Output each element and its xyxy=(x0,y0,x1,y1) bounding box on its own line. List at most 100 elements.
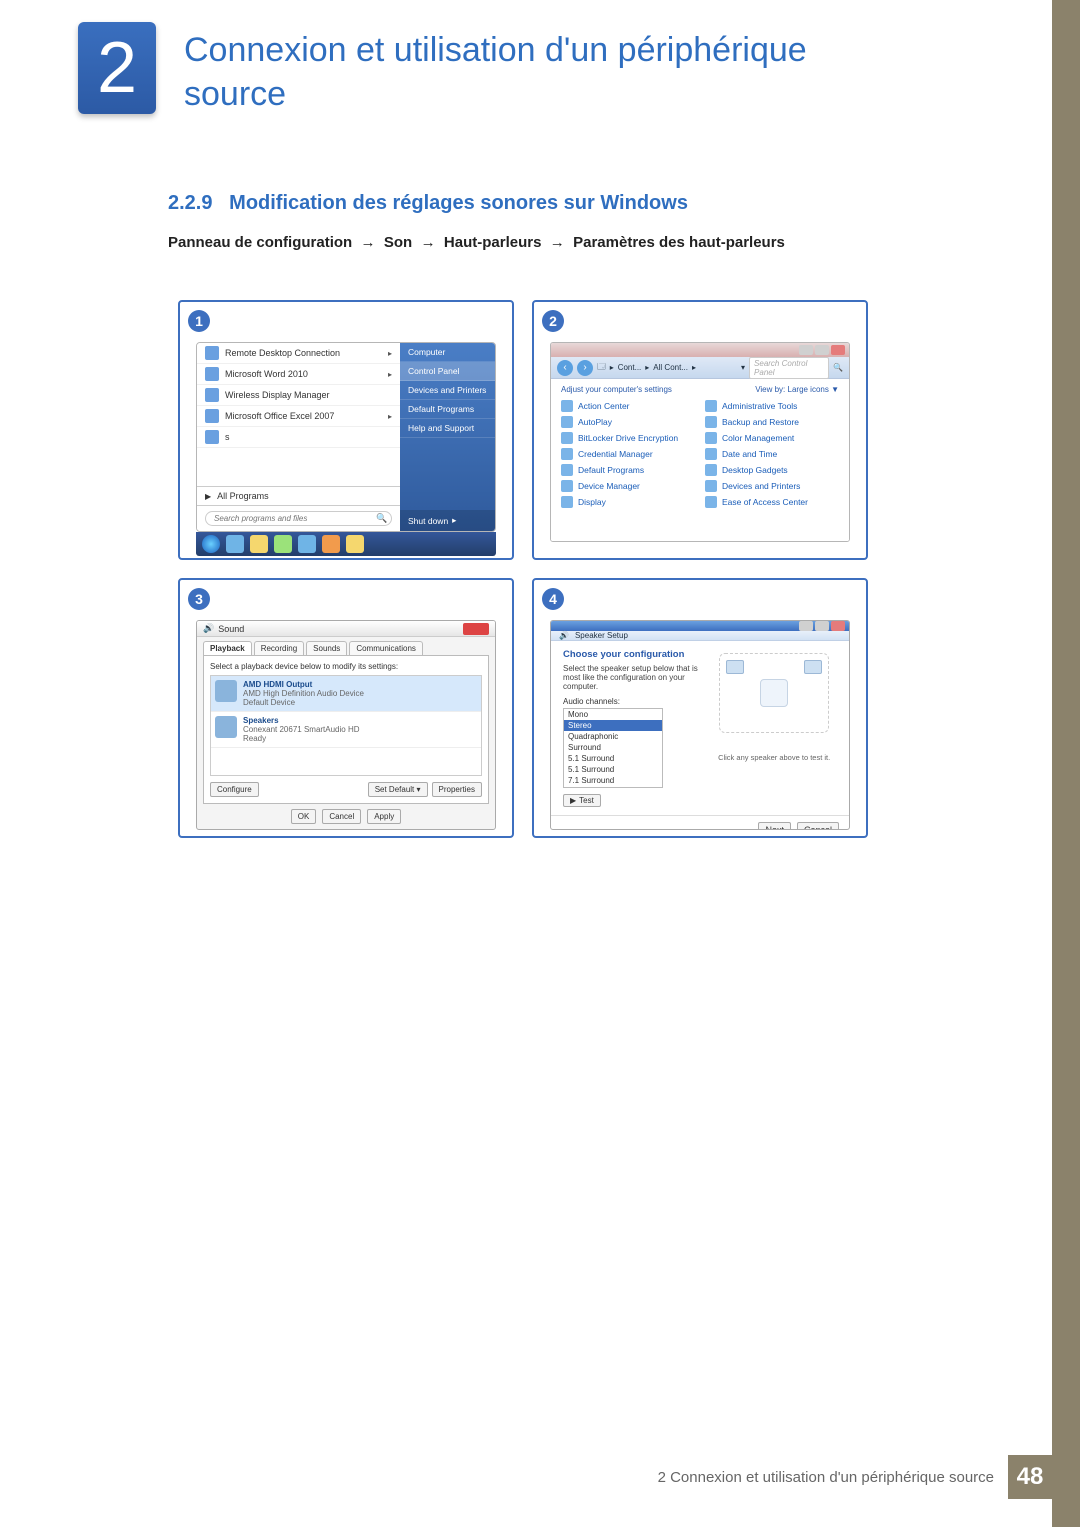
taskbar-icon[interactable] xyxy=(250,535,268,553)
next-button[interactable]: Next xyxy=(758,822,791,830)
channel-option[interactable]: Stereo xyxy=(564,720,662,731)
section-title: Choose your configuration xyxy=(563,649,701,660)
page-footer: 2 Connexion et utilisation d'un périphér… xyxy=(0,1455,1052,1499)
maximize-button[interactable] xyxy=(815,621,829,631)
audio-channels-label: Audio channels: xyxy=(563,697,701,706)
shutdown-button[interactable]: Shut down▸ xyxy=(400,510,495,531)
cp-item[interactable]: Administrative Tools xyxy=(705,400,839,412)
chevron-right-icon: ▸ xyxy=(452,515,456,526)
start-menu-item[interactable]: Microsoft Office Excel 2007▸ xyxy=(197,406,400,427)
color-icon xyxy=(705,432,717,444)
app-icon xyxy=(205,409,219,423)
section-title: Modification des réglages sonores sur Wi… xyxy=(229,192,688,214)
arrow-icon: → xyxy=(421,234,436,251)
channel-option[interactable]: Mono xyxy=(564,709,662,720)
page-number: 48 xyxy=(1008,1455,1052,1499)
close-button[interactable] xyxy=(831,345,845,355)
close-button[interactable] xyxy=(831,621,845,631)
channel-option[interactable]: 5.1 Surround xyxy=(564,753,662,764)
speaker-left-icon[interactable] xyxy=(726,660,744,674)
window-titlebar: 🔊 Sound xyxy=(197,621,495,637)
start-orb-icon[interactable] xyxy=(202,535,220,553)
search-input[interactable]: Search Control Panel xyxy=(749,357,829,379)
device-item[interactable]: AMD HDMI OutputAMD High Definition Audio… xyxy=(211,676,481,712)
nav-back-button[interactable]: ‹ xyxy=(557,360,573,376)
start-right-item[interactable]: Devices and Printers xyxy=(400,381,495,400)
cp-item[interactable]: Default Programs xyxy=(561,464,695,476)
cp-item[interactable]: Devices and Printers xyxy=(705,480,839,492)
maximize-button[interactable] xyxy=(815,345,829,355)
cp-label: Desktop Gadgets xyxy=(722,465,788,475)
hint-text: Select a playback device below to modify… xyxy=(210,662,482,671)
start-right-item[interactable]: Computer xyxy=(400,343,495,362)
cp-item[interactable]: Backup and Restore xyxy=(705,416,839,428)
cp-item[interactable]: Device Manager xyxy=(561,480,695,492)
cancel-button[interactable]: Cancel xyxy=(322,809,361,824)
start-menu-item[interactable]: Wireless Display Manager xyxy=(197,385,400,406)
ok-button[interactable]: OK xyxy=(291,809,317,824)
tab-playback[interactable]: Playback xyxy=(203,641,252,655)
cp-item[interactable]: Date and Time xyxy=(705,448,839,460)
cp-label: Date and Time xyxy=(722,449,777,459)
taskbar-icon[interactable] xyxy=(322,535,340,553)
start-right-item[interactable]: Control Panel xyxy=(400,362,495,381)
close-button[interactable] xyxy=(463,623,489,635)
start-right-item[interactable]: Default Programs xyxy=(400,400,495,419)
cp-label: Backup and Restore xyxy=(722,417,799,427)
channel-option[interactable]: Surround xyxy=(564,742,662,753)
cp-item[interactable]: AutoPlay xyxy=(561,416,695,428)
cp-item[interactable]: Color Management xyxy=(705,432,839,444)
chapter-header: 2 Connexion et utilisation d'un périphér… xyxy=(78,22,904,116)
printer-icon xyxy=(705,480,717,492)
configure-button[interactable]: Configure xyxy=(210,782,259,797)
address-bar[interactable]: 🗔 ▸Cont... ▸All Cont... ▸ xyxy=(597,361,737,375)
adjust-label: Adjust your computer's settings xyxy=(561,385,672,394)
tab-communications[interactable]: Communications xyxy=(349,641,423,655)
cp-label: Device Manager xyxy=(578,481,640,491)
control-panel-body: Adjust your computer's settings View by:… xyxy=(551,379,849,541)
all-programs[interactable]: ▶All Programs xyxy=(197,486,400,505)
search-icon: 🔍 xyxy=(376,513,387,524)
view-by[interactable]: View by: Large icons ▼ xyxy=(755,385,839,394)
cp-item[interactable]: Credential Manager xyxy=(561,448,695,460)
addr-part: Cont... xyxy=(618,363,642,372)
cp-item[interactable]: BitLocker Drive Encryption xyxy=(561,432,695,444)
tab-sounds[interactable]: Sounds xyxy=(306,641,347,655)
cp-item[interactable]: Ease of Access Center xyxy=(705,496,839,508)
start-right-item[interactable]: Help and Support xyxy=(400,419,495,438)
wizard-bar: 🔊 Speaker Setup xyxy=(551,631,849,641)
autoplay-icon xyxy=(561,416,573,428)
taskbar-icon[interactable] xyxy=(298,535,316,553)
cp-item[interactable]: Display xyxy=(561,496,695,508)
start-menu-item[interactable]: Microsoft Word 2010▸ xyxy=(197,364,400,385)
minimize-button[interactable] xyxy=(799,621,813,631)
device-list[interactable]: AMD HDMI OutputAMD High Definition Audio… xyxy=(210,675,482,776)
breadcrumb: Panneau de configuration → Son → Haut-pa… xyxy=(168,234,785,251)
search-input[interactable] xyxy=(205,511,392,526)
start-menu-item[interactable]: Remote Desktop Connection▸ xyxy=(197,343,400,364)
cp-label: Color Management xyxy=(722,433,794,443)
start-menu-item[interactable]: s xyxy=(197,427,400,448)
channel-option[interactable]: 7.1 Surround xyxy=(564,775,662,786)
device-item[interactable]: SpeakersConexant 20671 SmartAudio HD Rea… xyxy=(211,712,481,748)
test-button[interactable]: ▶Test xyxy=(563,794,601,807)
speaker-right-icon[interactable] xyxy=(804,660,822,674)
nav-forward-button[interactable]: › xyxy=(577,360,593,376)
set-default-button[interactable]: Set Default ▾ xyxy=(368,782,428,797)
minimize-button[interactable] xyxy=(799,345,813,355)
tab-recording[interactable]: Recording xyxy=(254,641,304,655)
channel-option[interactable]: 5.1 Surround xyxy=(564,764,662,775)
cancel-button[interactable]: Cancel xyxy=(797,822,839,830)
cp-item[interactable]: Desktop Gadgets xyxy=(705,464,839,476)
speaker-diagram[interactable] xyxy=(719,653,829,733)
cp-item[interactable]: Action Center xyxy=(561,400,695,412)
taskbar-icon[interactable] xyxy=(274,535,292,553)
audio-channel-list[interactable]: Mono Stereo Quadraphonic Surround 5.1 Su… xyxy=(563,708,663,788)
menu-label: Remote Desktop Connection xyxy=(225,348,340,358)
properties-button[interactable]: Properties xyxy=(432,782,482,797)
taskbar-icon[interactable] xyxy=(226,535,244,553)
apply-button[interactable]: Apply xyxy=(367,809,401,824)
channel-option[interactable]: Quadraphonic xyxy=(564,731,662,742)
sound-window: 🔊 Sound Playback Recording Sounds Commun… xyxy=(196,620,496,830)
taskbar-icon[interactable] xyxy=(346,535,364,553)
